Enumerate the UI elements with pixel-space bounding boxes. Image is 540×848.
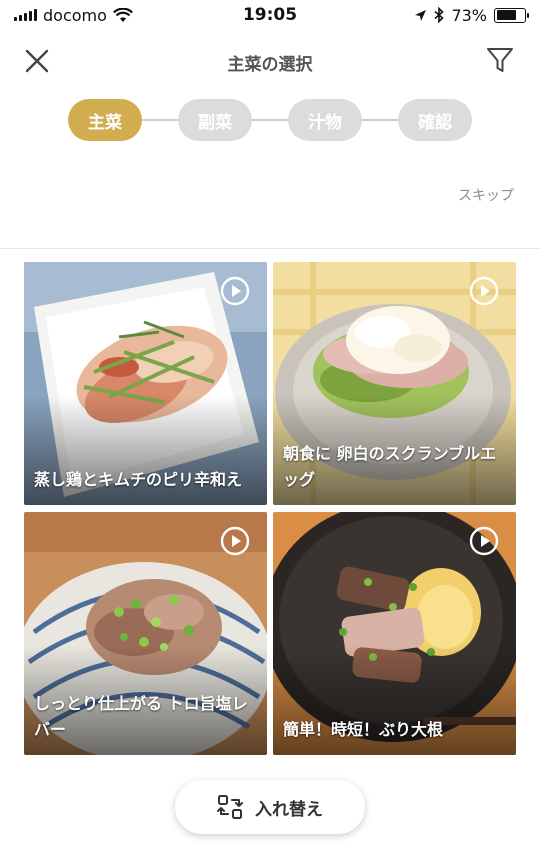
step-side-dish[interactable]: 副菜: [178, 99, 252, 141]
recipe-card[interactable]: 簡単！時短！ぶり大根: [273, 512, 516, 755]
header: 主菜の選択: [0, 36, 540, 86]
battery-icon: [494, 7, 529, 23]
bluetooth-icon: [434, 7, 445, 23]
recipe-grid: 蒸し鶏とキムチのピリ辛和え 朝食に 卵白のスクランブルエッグ しっとり仕上がる …: [24, 262, 516, 755]
status-time: 19:05: [242, 5, 298, 25]
step-indicator: 主菜 副菜 汁物 確認: [0, 98, 540, 142]
recipe-title: 朝食に 卵白のスクランブルエッグ: [283, 444, 497, 489]
status-left: docomo: [14, 6, 214, 25]
step-main-dish[interactable]: 主菜: [68, 99, 142, 141]
divider: [0, 248, 540, 249]
play-icon[interactable]: [220, 526, 250, 556]
step-connector: [142, 119, 178, 121]
recipe-title: しっとり仕上がる トロ旨塩レバー: [34, 694, 248, 739]
carrier-name: docomo: [43, 5, 107, 25]
status-right: 73%: [326, 5, 529, 25]
step-confirm[interactable]: 確認: [398, 99, 472, 141]
swap-button[interactable]: 入れ替え: [175, 780, 365, 834]
play-icon[interactable]: [469, 526, 499, 556]
recipe-title: 簡単！時短！ぶり大根: [283, 720, 444, 739]
swap-icon: [217, 795, 243, 819]
step-soup[interactable]: 汁物: [288, 99, 362, 141]
recipe-card[interactable]: 朝食に 卵白のスクランブルエッグ: [273, 262, 516, 505]
play-icon[interactable]: [469, 276, 499, 306]
step-connector: [252, 119, 288, 121]
recipe-title: 蒸し鶏とキムチのピリ辛和え: [34, 470, 243, 489]
page-title: 主菜の選択: [227, 55, 313, 75]
recipe-card[interactable]: しっとり仕上がる トロ旨塩レバー: [24, 512, 267, 755]
battery-percent: 73%: [451, 5, 487, 25]
swap-label: 入れ替え: [255, 799, 323, 820]
skip-link[interactable]: スキップ: [458, 185, 514, 205]
step-connector: [362, 119, 398, 121]
wifi-icon: [112, 7, 133, 22]
signal-icon: [14, 9, 37, 21]
recipe-card[interactable]: 蒸し鶏とキムチのピリ辛和え: [24, 262, 267, 505]
battery-fill: [496, 10, 517, 20]
play-icon[interactable]: [220, 276, 250, 306]
location-icon: [415, 9, 427, 21]
status-bar: docomo 19:05 73%: [0, 0, 540, 30]
filter-icon[interactable]: [484, 44, 516, 76]
